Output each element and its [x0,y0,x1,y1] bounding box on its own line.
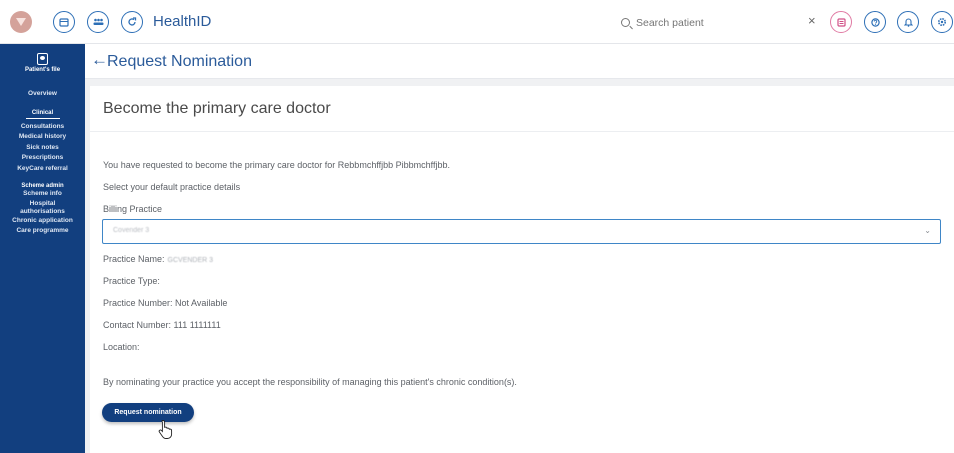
refresh-icon[interactable] [121,11,143,33]
sidebar-item-keycare-referral[interactable]: KeyCare referral [0,164,85,175]
sidebar-item-chronic-application[interactable]: Chronic application [0,216,85,227]
sidebar-active-underline [25,117,60,119]
billing-practice-label: Billing Practice [103,204,163,214]
select-prompt: Select your default practice details [103,182,241,192]
page-title: Request Nomination [107,53,252,70]
request-nomination-button[interactable]: Request nomination [102,403,194,422]
card-title: Become the primary care doctor [103,100,331,117]
chevron-down-icon[interactable]: ⌄ [924,226,931,235]
intro-text: You have requested to become the primary… [103,160,451,170]
close-icon[interactable]: × [808,13,816,28]
sidebar-item-care-programme[interactable]: Care programme [0,226,85,237]
bell-icon[interactable] [897,11,919,33]
sidebar-item-consultations[interactable]: Consultations [0,122,85,133]
sidebar-section-clinical[interactable]: Clinical [0,110,85,116]
top-bar: HealthID × [0,0,954,44]
sidebar-item-sick-notes[interactable]: Sick notes [0,143,85,154]
help-icon[interactable] [864,11,886,33]
settings-icon[interactable] [931,11,953,33]
sidebar-item-overview[interactable]: Overview [0,89,85,100]
contact-number-text: Contact Number: 111 1111111 [103,320,221,330]
sidebar-item-scheme-info[interactable]: Scheme info [0,189,85,200]
page-header: ← Request Nomination [85,44,954,79]
search-bar [621,12,803,33]
back-arrow-icon[interactable]: ← [91,50,108,70]
search-input[interactable] [636,16,776,29]
app-title: HealthID [153,13,212,30]
practice-name-value: GCVENDER 3 [167,257,214,264]
search-icon [621,18,630,27]
hand-cursor-icon [158,420,173,439]
chat-icon[interactable] [830,11,852,33]
calendar-icon[interactable] [53,11,75,33]
people-icon[interactable] [87,11,109,33]
location-label: Location: [103,342,140,352]
sidebar-item-prescriptions[interactable]: Prescriptions [0,153,85,164]
practice-name-row: Practice Name: GCVENDER 3 [103,254,213,264]
app-logo[interactable] [10,11,32,33]
practice-type-label: Practice Type: [103,276,160,286]
billing-practice-value: Covender 3 [113,227,150,234]
disclaimer-text: By nominating your practice you accept t… [103,377,517,387]
practice-name-label: Practice Name: [103,254,165,264]
sidebar-item-hospital-authorisations[interactable]: Hospital authorisations [16,200,70,216]
card-divider [90,131,954,132]
billing-practice-select[interactable]: Covender 3 ⌄ [102,219,941,244]
nomination-card: Become the primary care doctor You have … [90,86,954,453]
sidebar: Patient's file Overview Clinical Consult… [0,44,85,453]
patient-file-icon[interactable] [37,53,48,65]
practice-number-text: Practice Number: Not Available [103,298,228,308]
sidebar-item-medical-history[interactable]: Medical history [0,132,85,143]
